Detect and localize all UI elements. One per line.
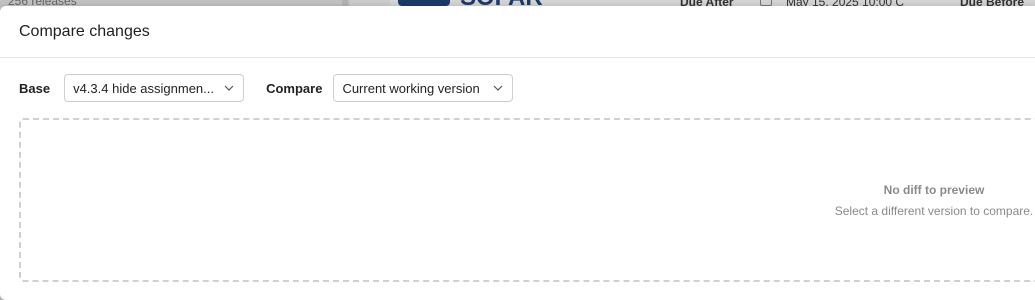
modal-title: Compare changes xyxy=(19,22,150,40)
empty-state-subtitle: Select a different version to compare. xyxy=(834,204,1034,218)
compare-version-select[interactable]: Current working version xyxy=(333,74,514,102)
diff-preview-area: No diff to preview Select a different ve… xyxy=(19,118,1035,282)
compare-changes-modal: Compare changes Base v4.3.4 hide assignm… xyxy=(0,6,1035,300)
compare-controls: Base v4.3.4 hide assignmen... Compare Cu… xyxy=(19,74,514,102)
chevron-down-icon xyxy=(224,85,234,91)
chevron-down-icon xyxy=(494,85,503,91)
compare-version-value: Current working version xyxy=(342,80,480,96)
compare-label: Compare xyxy=(266,80,323,96)
empty-state: No diff to preview Select a different ve… xyxy=(809,183,1035,218)
base-label: Base xyxy=(19,80,51,96)
base-version-value: v4.3.4 hide assignmen... xyxy=(73,80,214,96)
empty-state-title: No diff to preview xyxy=(883,183,985,197)
base-version-select[interactable]: v4.3.4 hide assignmen... xyxy=(64,74,245,102)
modal-header: Compare changes xyxy=(0,6,1035,58)
